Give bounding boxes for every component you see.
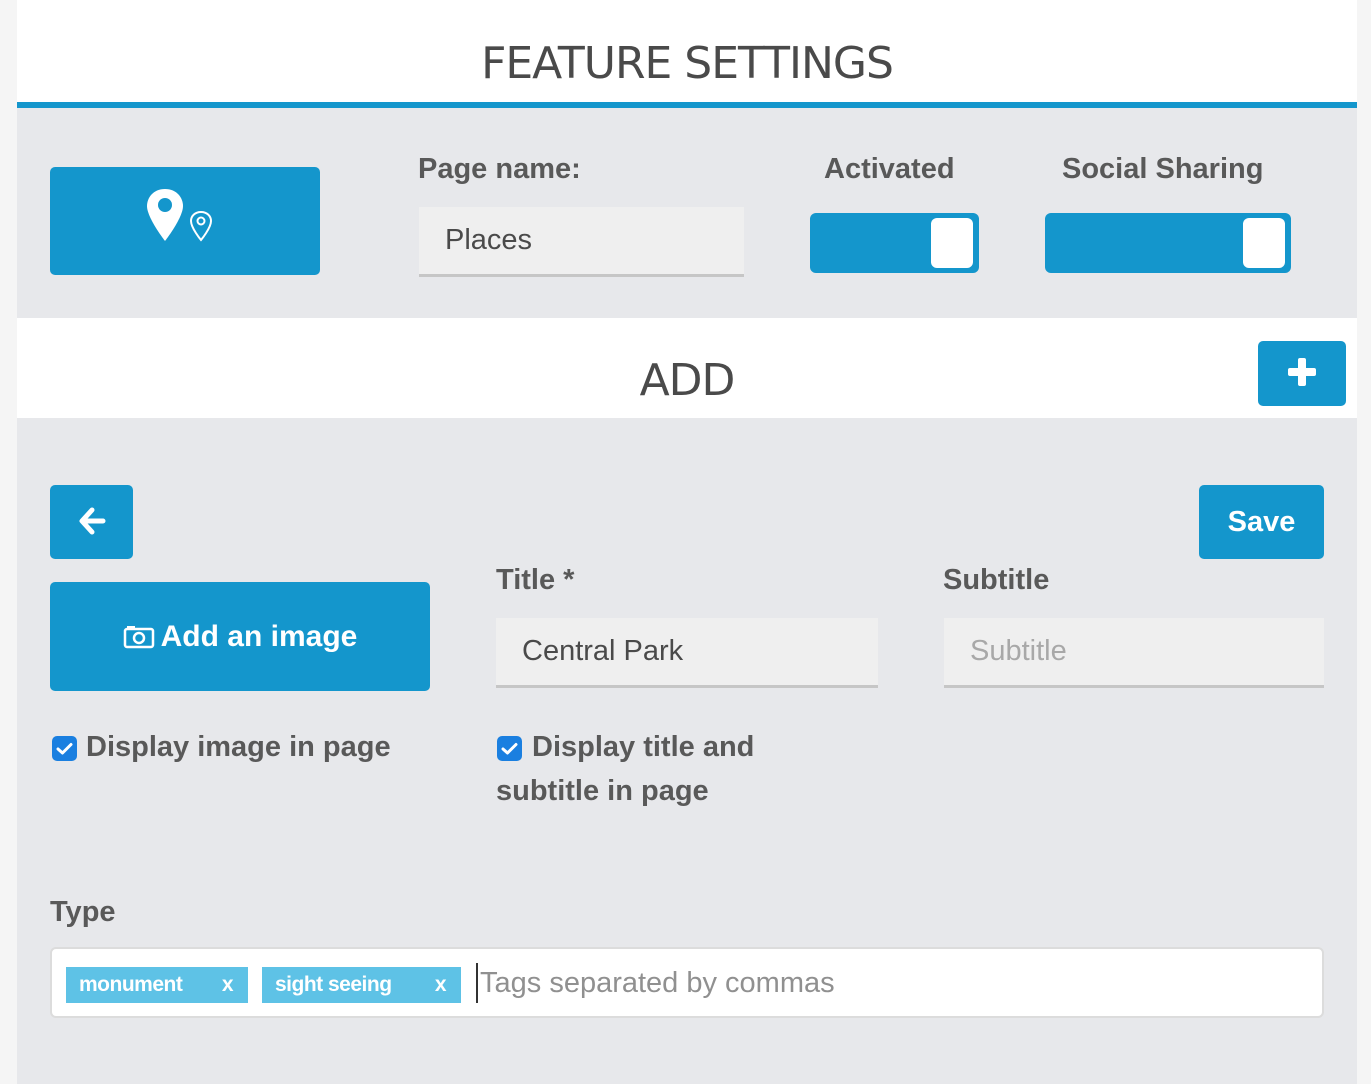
subtitle-input[interactable] xyxy=(944,618,1324,688)
page-name-label: Page name: xyxy=(418,153,581,185)
type-label: Type xyxy=(50,896,116,928)
tag-chip: sight seeing x xyxy=(262,967,461,1003)
tags-input[interactable] xyxy=(476,963,1176,1003)
display-title-label: Display title and subtitle in page xyxy=(496,731,755,807)
toggle-knob xyxy=(1243,218,1285,268)
social-sharing-toggle[interactable] xyxy=(1045,213,1291,273)
activated-label: Activated xyxy=(824,153,955,185)
tag-remove-button[interactable]: x xyxy=(435,973,447,997)
header: FEATURE SETTINGS xyxy=(17,0,1357,108)
checkmark-icon xyxy=(56,742,73,754)
toggle-knob xyxy=(931,218,973,268)
display-image-label: Display image in page xyxy=(86,731,391,763)
window-frame: FEATURE SETTINGS Page name: Activated So… xyxy=(0,0,1371,1084)
page-name-input[interactable] xyxy=(419,207,744,277)
arrow-left-icon xyxy=(77,506,107,539)
add-section-title: ADD xyxy=(639,355,736,406)
back-button[interactable] xyxy=(50,485,133,559)
camera-icon xyxy=(123,624,155,650)
map-pin-icon xyxy=(145,185,225,258)
activated-toggle[interactable] xyxy=(810,213,979,273)
title-input[interactable] xyxy=(496,618,878,688)
add-image-label: Add an image xyxy=(160,619,358,653)
subtitle-label: Subtitle xyxy=(943,564,1050,596)
tag-label: monument xyxy=(79,973,183,996)
title-label: Title * xyxy=(496,564,575,596)
settings-panel: FEATURE SETTINGS Page name: Activated So… xyxy=(17,0,1357,1084)
tags-field[interactable]: monument x sight seeing x xyxy=(50,947,1324,1018)
save-button[interactable]: Save xyxy=(1199,485,1324,559)
tag-chip: monument x xyxy=(66,967,248,1003)
add-item-button[interactable] xyxy=(1258,341,1346,406)
add-image-button[interactable]: Add an image xyxy=(50,582,430,691)
feature-icon-button[interactable] xyxy=(50,167,320,275)
tag-label: sight seeing xyxy=(275,973,392,996)
social-sharing-label: Social Sharing xyxy=(1062,153,1264,185)
page-title: FEATURE SETTINGS xyxy=(481,38,894,89)
plus-icon xyxy=(1285,355,1319,392)
tag-remove-button[interactable]: x xyxy=(222,973,234,997)
display-image-checkbox[interactable] xyxy=(52,736,77,761)
